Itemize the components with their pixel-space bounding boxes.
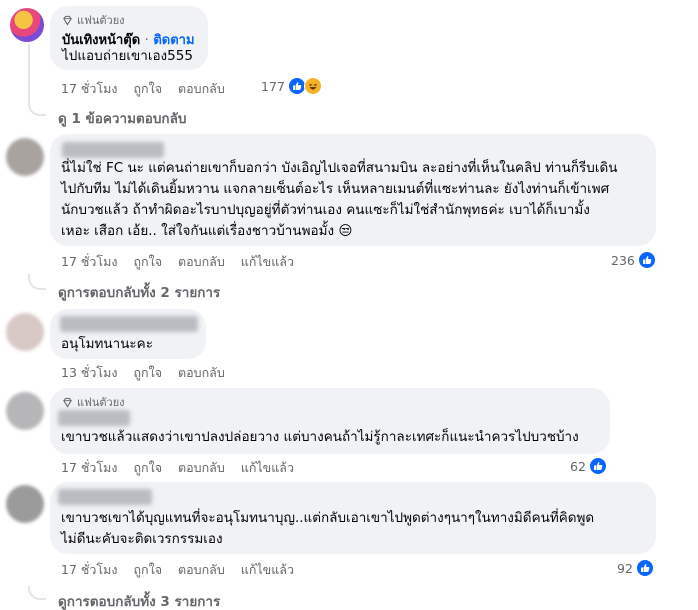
fan-badge: แฟนตัวยง bbox=[62, 393, 125, 411]
thread-connector bbox=[28, 274, 46, 290]
fan-badge-label: แฟนตัวยง bbox=[77, 396, 125, 409]
timestamp[interactable]: 17 ชั่วโมง bbox=[61, 79, 117, 99]
edited-label[interactable]: แก้ไขแล้ว bbox=[241, 458, 294, 478]
fan-badge-label: แฟนตัวยง bbox=[77, 14, 125, 27]
reply-button[interactable]: ตอบกลับ bbox=[178, 458, 225, 478]
reaction-count: 62 bbox=[570, 458, 586, 474]
thumbs-up-icon bbox=[588, 457, 607, 475]
like-button[interactable]: ถูกใจ bbox=[133, 458, 162, 478]
reactions[interactable]: 62 bbox=[570, 457, 607, 475]
laughing-face-icon bbox=[303, 77, 322, 95]
comment-text: เขาบวชเขาได้บุญแทนที่จะอนุโมทนาบุญ..แต่ก… bbox=[61, 508, 655, 550]
comment-line: ไปกับทีม ไม่ได้เดินยิ้มหวาน แจกลายเซ็นต์… bbox=[61, 181, 610, 197]
edited-label[interactable]: แก้ไขแล้ว bbox=[241, 560, 294, 580]
thread-connector bbox=[28, 586, 46, 600]
diamond-icon bbox=[63, 15, 72, 26]
avatar[interactable] bbox=[6, 138, 44, 176]
comment-actions: 13 ชั่วโมง ถูกใจ ตอบกลับ bbox=[61, 363, 225, 383]
edited-label[interactable]: แก้ไขแล้ว bbox=[241, 252, 294, 272]
comment-actions: 17 ชั่วโมง ถูกใจ ตอบกลับ แก้ไขแล้ว bbox=[61, 458, 294, 478]
timestamp[interactable]: 17 ชั่วโมง bbox=[61, 458, 117, 478]
reaction-count: 236 bbox=[611, 252, 635, 268]
timestamp[interactable]: 13 ชั่วโมง bbox=[61, 363, 117, 383]
like-button[interactable]: ถูกใจ bbox=[133, 363, 162, 383]
avatar[interactable] bbox=[10, 8, 44, 42]
commenter-name-redacted bbox=[58, 410, 130, 426]
reactions[interactable]: 92 bbox=[617, 559, 654, 577]
comment-line: นี่ไม่ใช่ FC นะ แต่คนถ่ายเขาก็บอกว่า บัง… bbox=[61, 160, 618, 176]
reactions[interactable]: 177 bbox=[261, 77, 322, 95]
like-button[interactable]: ถูกใจ bbox=[133, 252, 162, 272]
thumbs-up-icon bbox=[635, 559, 654, 577]
comment-actions: 17 ชั่วโมง ถูกใจ ตอบกลับ แก้ไขแล้ว bbox=[61, 560, 294, 580]
commenter-name-redacted bbox=[58, 489, 152, 505]
comment-actions: 17 ชั่วโมง ถูกใจ ตอบกลับ bbox=[61, 79, 225, 99]
view-replies-link[interactable]: ดู 1 ข้อความตอบกลับ bbox=[58, 107, 186, 129]
like-button[interactable]: ถูกใจ bbox=[133, 560, 162, 580]
comment-line: นักบวชแล้ว ถ้าทำผิดอะไรบาปบุญอยู่ที่ตัวท… bbox=[61, 202, 590, 218]
comment-line: เขาบวชเขาได้บุญแทนที่จะอนุโมทนาบุญ..แต่ก… bbox=[61, 510, 595, 526]
comment-actions: 17 ชั่วโมง ถูกใจ ตอบกลับ แก้ไขแล้ว bbox=[61, 252, 294, 272]
comment-text: เขาบวชแล้วแสดงว่าเขาปลงปล่อยวาง แต่บางคน… bbox=[61, 429, 579, 445]
comment-text: นี่ไม่ใช่ FC นะ แต่คนถ่ายเขาก็บอกว่า บัง… bbox=[61, 158, 655, 242]
reaction-count: 177 bbox=[261, 78, 285, 94]
avatar[interactable] bbox=[6, 485, 44, 523]
commenter-name-redacted bbox=[62, 142, 164, 158]
avatar[interactable] bbox=[6, 313, 44, 351]
comment-text: อนุโมทนานะคะ bbox=[61, 336, 153, 352]
comment-line: ไม่ดีนะคับจะติดเวรกรรมเอง bbox=[61, 531, 223, 547]
avatar[interactable] bbox=[6, 392, 44, 430]
reply-button[interactable]: ตอบกลับ bbox=[178, 79, 225, 99]
timestamp[interactable]: 17 ชั่วโมง bbox=[61, 252, 117, 272]
timestamp[interactable]: 17 ชั่วโมง bbox=[61, 560, 117, 580]
thumbs-up-icon bbox=[637, 251, 656, 269]
reply-button[interactable]: ตอบกลับ bbox=[178, 363, 225, 383]
thread-connector bbox=[28, 96, 46, 116]
reply-button[interactable]: ตอบกลับ bbox=[178, 560, 225, 580]
view-replies-link[interactable]: ดูการตอบกลับทั้ง 2 รายการ bbox=[58, 281, 220, 303]
diamond-icon bbox=[63, 397, 72, 408]
commenter-name-redacted bbox=[60, 316, 198, 332]
comment-text: ไปแอบถ่ายเขาเอง555 bbox=[62, 48, 193, 64]
comment-line: เหอะ เสือก เอ้ย.. ใส่ใจกันแต่เรื่องชาวบ้… bbox=[61, 223, 353, 239]
reaction-count: 92 bbox=[617, 560, 633, 576]
view-replies-link[interactable]: ดูการตอบกลับทั้ง 3 รายการ bbox=[58, 590, 220, 610]
reactions[interactable]: 236 bbox=[611, 251, 656, 269]
like-button[interactable]: ถูกใจ bbox=[133, 79, 162, 99]
reply-button[interactable]: ตอบกลับ bbox=[178, 252, 225, 272]
thread-line bbox=[28, 44, 30, 100]
fan-badge: แฟนตัวยง bbox=[62, 11, 125, 29]
